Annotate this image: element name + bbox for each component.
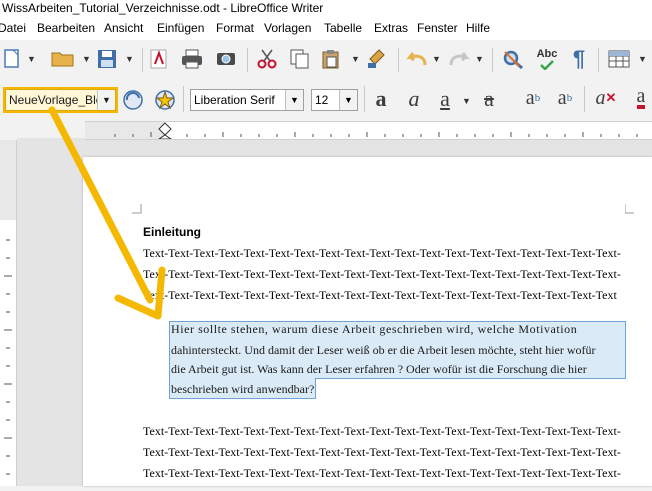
annotation-arrow-icon (48, 106, 166, 320)
